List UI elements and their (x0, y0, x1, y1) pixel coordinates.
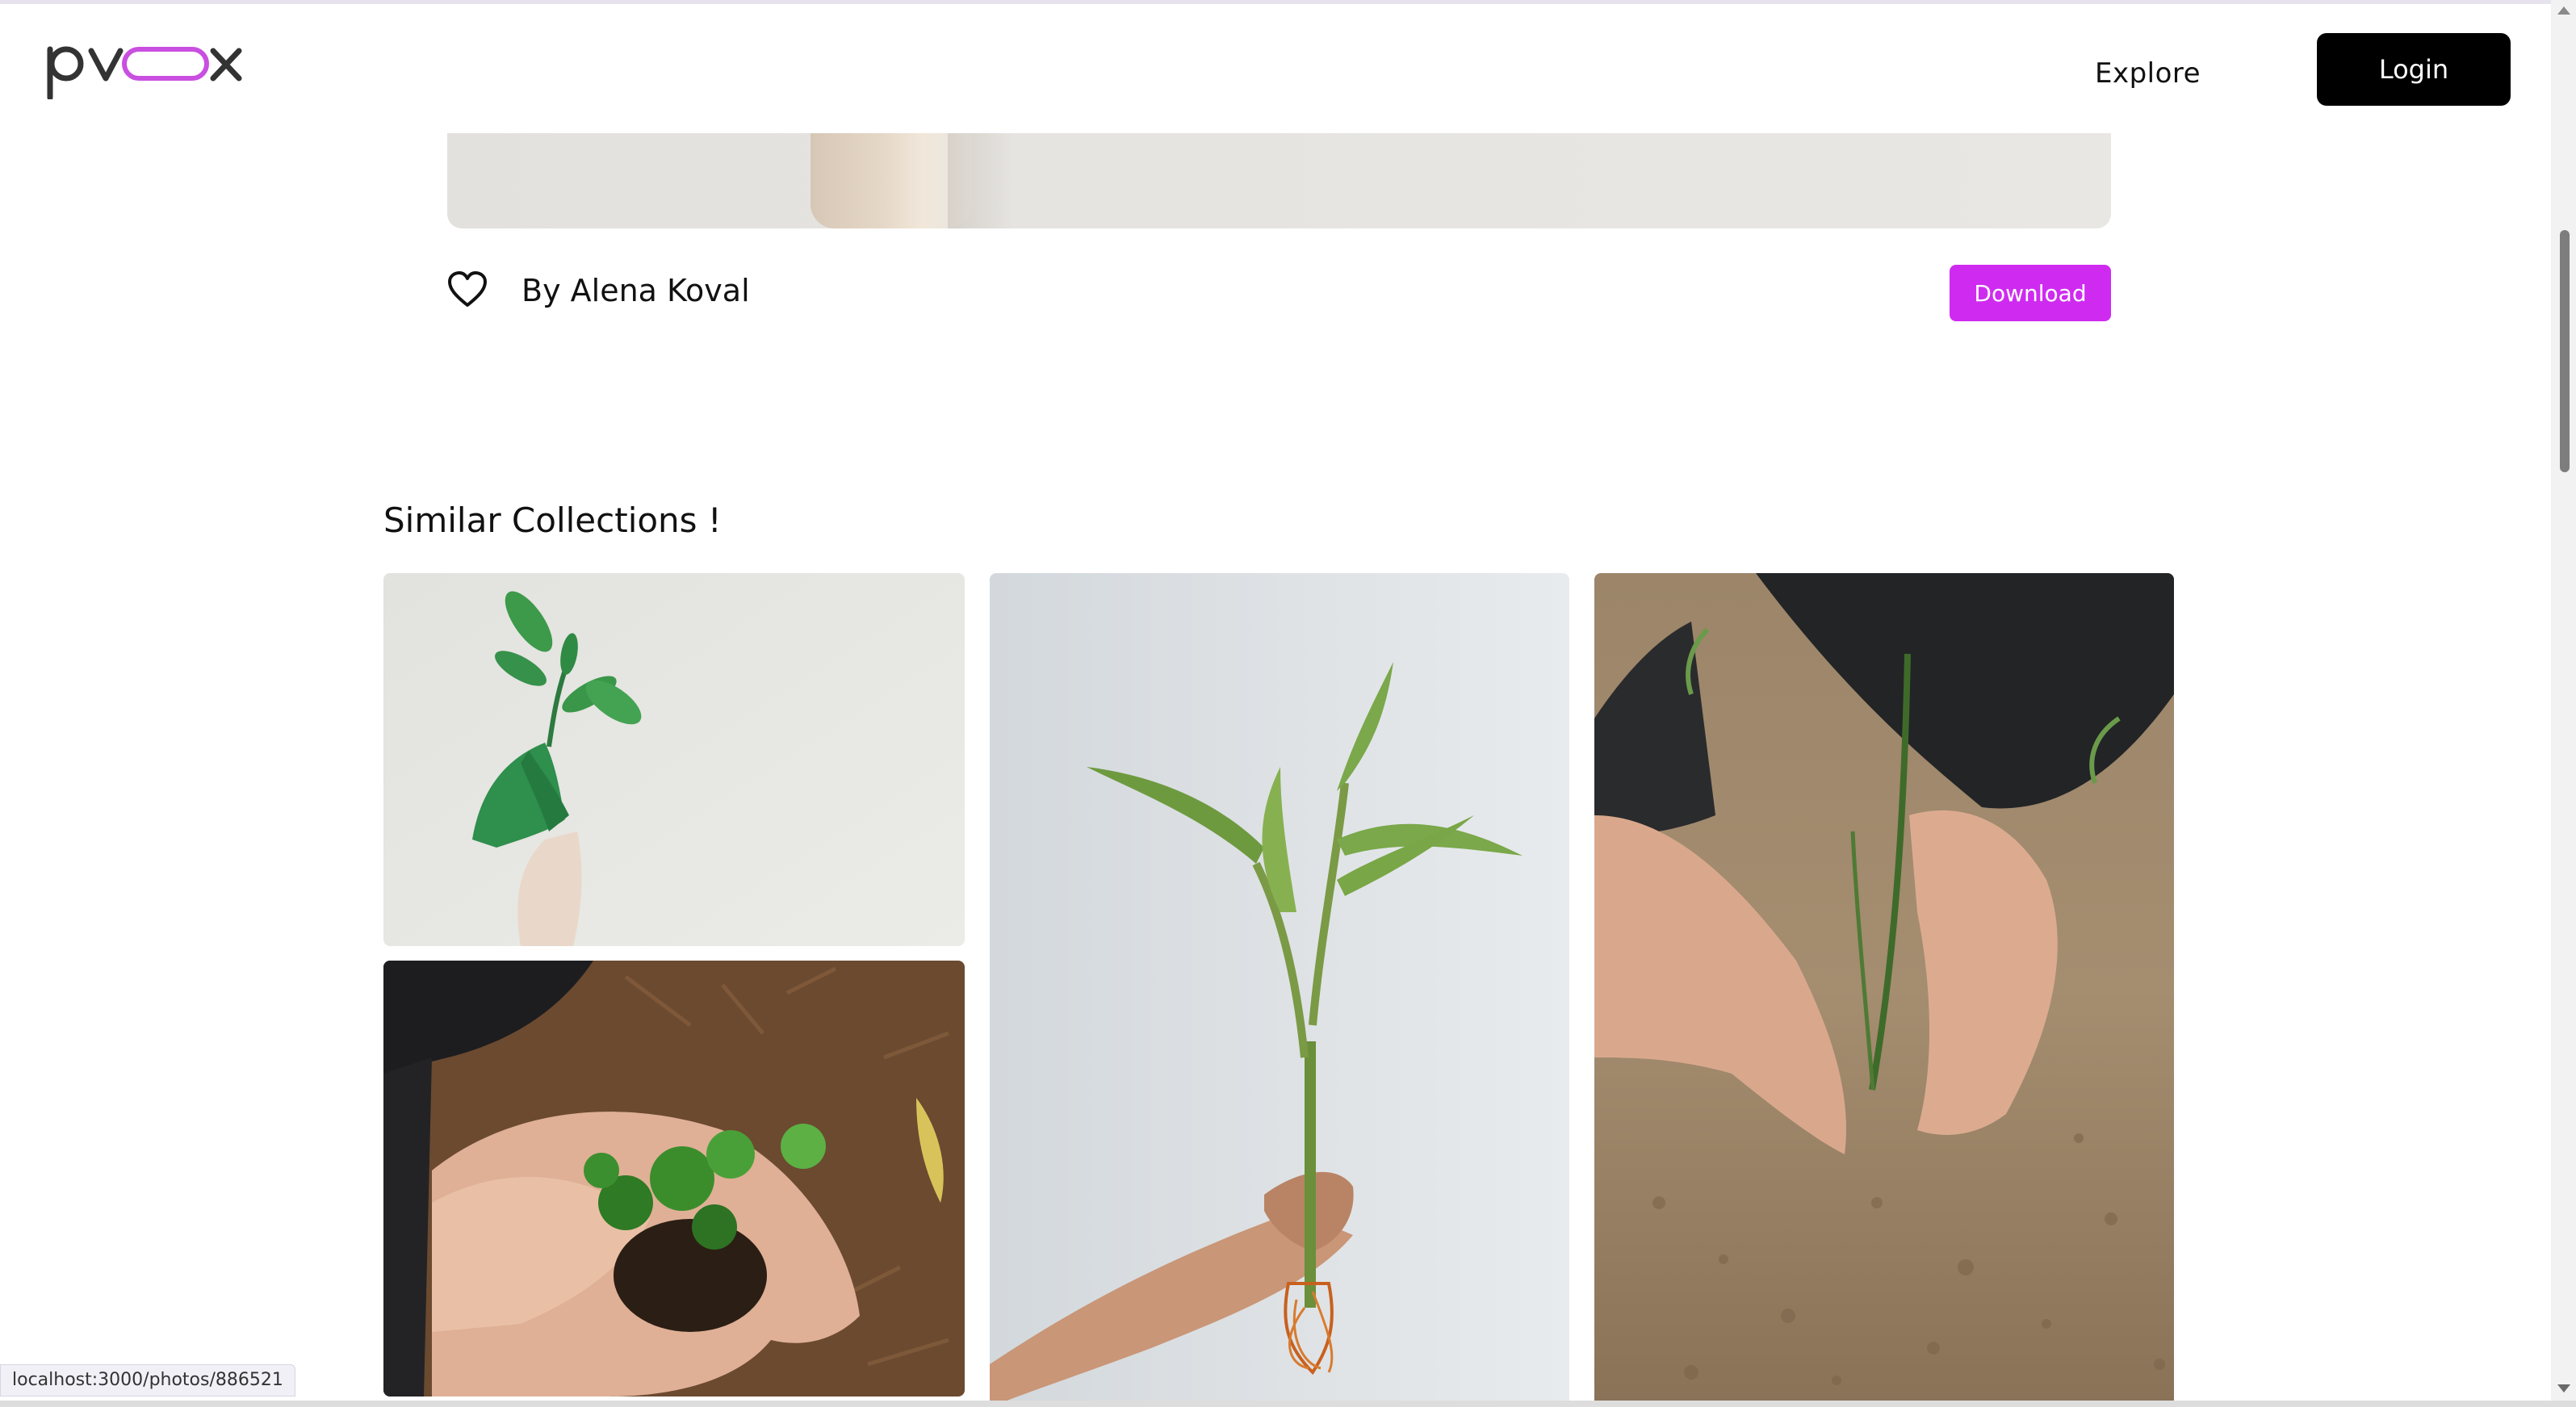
download-button[interactable]: Download (1950, 265, 2111, 321)
vertical-scrollbar[interactable] (2551, 0, 2576, 1407)
photo-meta-row: By Alena Koval Download (447, 258, 2111, 323)
author-name[interactable]: By Alena Koval (521, 268, 750, 313)
similar-photo-1[interactable] (383, 573, 965, 946)
photo-bamboo-stem-hand (990, 573, 1569, 1407)
similar-photo-2[interactable] (990, 573, 1569, 1407)
main-photo[interactable] (447, 133, 2111, 228)
window-bottom-border (0, 1401, 2576, 1407)
logo-mark (47, 46, 242, 99)
similar-photo-3[interactable] (1594, 573, 2174, 1407)
similar-photo-4[interactable] (383, 961, 965, 1397)
similar-collections-title: Similar Collections ! (383, 500, 722, 540)
photo-seedling-cupped-hands (383, 961, 965, 1397)
site-logo[interactable] (47, 35, 249, 99)
scrollbar-thumb[interactable] (2560, 230, 2570, 472)
nav-explore-link[interactable]: Explore (2095, 43, 2201, 104)
photo-shadow-detail (948, 133, 1012, 228)
login-button[interactable]: Login (2317, 33, 2511, 106)
photo-plant-green-hand (383, 573, 965, 946)
scroll-down-arrow-icon[interactable] (2557, 1384, 2570, 1392)
heart-icon[interactable] (447, 271, 488, 308)
scroll-up-arrow-icon[interactable] (2557, 6, 2570, 15)
site-header: Explore Login (0, 4, 2551, 133)
status-bar-url: localhost:3000/photos/886521 (0, 1364, 295, 1397)
photo-planting-sprout-soil (1594, 573, 2174, 1407)
